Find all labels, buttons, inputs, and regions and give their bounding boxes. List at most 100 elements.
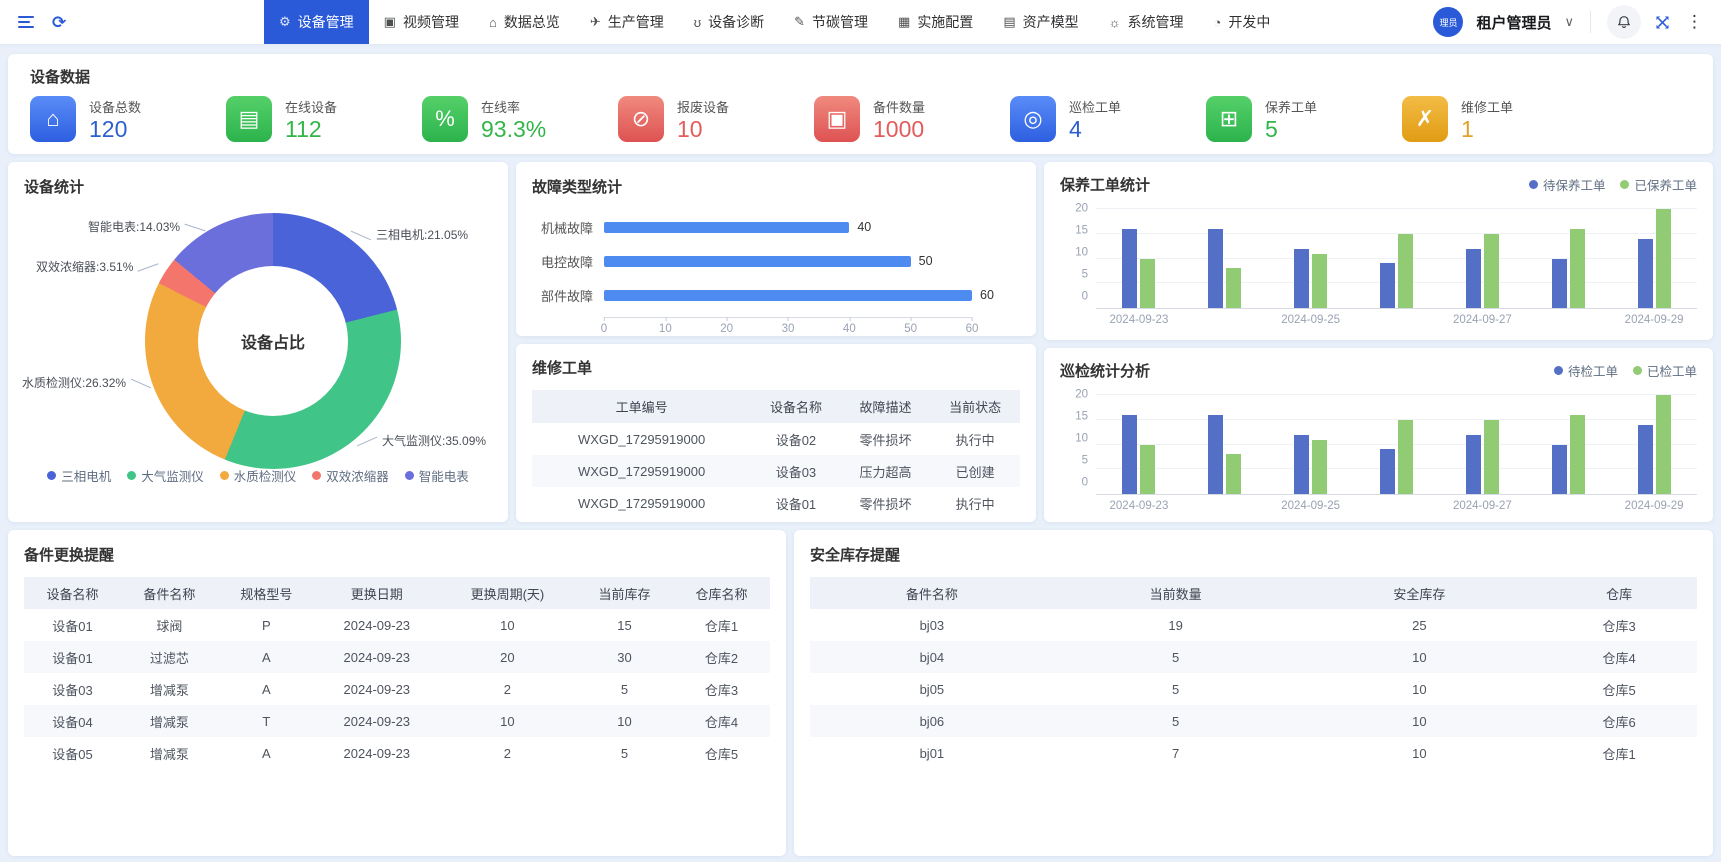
nav-item-production[interactable]: ✈生产管理	[575, 0, 679, 44]
nav-item-implement[interactable]: ▦实施配置	[883, 0, 988, 44]
bar[interactable]	[1380, 449, 1395, 494]
production-icon: ✈	[590, 14, 601, 30]
bar[interactable]	[1656, 209, 1671, 308]
bar[interactable]	[1140, 445, 1155, 495]
table-row[interactable]: 设备04增减泵T2024-09-231010仓库4	[24, 705, 770, 737]
x-tick-label	[1354, 314, 1440, 326]
chevron-down-icon[interactable]: ∨	[1564, 14, 1574, 30]
bar[interactable]	[1122, 415, 1137, 494]
table-row[interactable]: bj06510仓库6	[810, 705, 1697, 737]
nav-item-dev[interactable]: ◔开发中	[1199, 0, 1286, 44]
bar[interactable]	[1226, 268, 1241, 308]
maintenance-oilcan-icon: ⊞	[1206, 96, 1252, 142]
bar[interactable]	[604, 256, 911, 267]
maintenance-bar-chart: 201510502024-09-232024-09-252024-09-2720…	[1060, 209, 1697, 326]
legend-item[interactable]: 双效浓缩器	[312, 466, 389, 485]
bar[interactable]	[1226, 454, 1241, 494]
bar[interactable]	[1552, 259, 1567, 309]
bar[interactable]	[1398, 420, 1413, 494]
x-tick-label: 60	[966, 323, 979, 335]
spare-parts-icon: ▣	[814, 96, 860, 142]
nav-item-video[interactable]: ▣视频管理	[369, 0, 474, 44]
table-row[interactable]: bj031925仓库3	[810, 609, 1697, 641]
nav-item-overview[interactable]: ⌂数据总览	[474, 0, 575, 44]
legend-item[interactable]: 智能电表	[405, 466, 469, 485]
bar[interactable]	[1294, 249, 1309, 308]
table-cell: 仓库1	[1541, 737, 1697, 769]
legend-label: 大气监测仪	[141, 466, 204, 485]
table-row[interactable]: WXGD_17295919000设备02零件损坏执行中	[532, 423, 1020, 455]
bar[interactable]	[1570, 415, 1585, 494]
expand-icon[interactable]	[1654, 14, 1671, 31]
table-row[interactable]: bj04510仓库4	[810, 641, 1697, 673]
nav-item-diagnosis[interactable]: ʊ设备诊断	[679, 0, 779, 44]
table-cell: 2	[439, 673, 576, 705]
bar-row: 机械故障40	[532, 210, 1020, 244]
user-name[interactable]: 租户管理员	[1476, 12, 1551, 33]
bar[interactable]	[1140, 259, 1155, 309]
nav-item-carbon[interactable]: ✎节碳管理	[779, 0, 883, 44]
legend-item[interactable]: 大气监测仪	[127, 466, 204, 485]
legend-item[interactable]: 待保养工单	[1529, 175, 1606, 194]
nav-item-device[interactable]: ⚙设备管理	[264, 0, 369, 44]
legend-item[interactable]: 已检工单	[1633, 361, 1697, 380]
nav-item-label: 资产模型	[1023, 12, 1079, 32]
bar[interactable]	[1312, 440, 1327, 494]
bar[interactable]	[1466, 249, 1481, 308]
column-header: 仓库名称	[673, 577, 770, 609]
bar[interactable]	[1484, 234, 1499, 308]
legend-item[interactable]: 三相电机	[47, 466, 111, 485]
legend-item[interactable]: 水质检测仪	[220, 466, 297, 485]
bar[interactable]	[1552, 445, 1567, 495]
legend-dot-icon	[1620, 180, 1629, 189]
table-cell: 零件损坏	[841, 423, 931, 455]
bar[interactable]	[1656, 395, 1671, 494]
bar[interactable]	[1570, 229, 1585, 308]
more-menu-icon[interactable]: ⋮	[1684, 12, 1705, 32]
table-cell: 设备01	[24, 609, 121, 641]
collapse-menu-icon[interactable]	[18, 16, 34, 28]
bar[interactable]	[1638, 425, 1653, 494]
nav-item-system[interactable]: ☼系统管理	[1094, 0, 1199, 44]
x-tick-label	[1525, 314, 1611, 326]
nav-item-label: 数据总览	[504, 12, 560, 32]
nav-item-label: 设备诊断	[708, 12, 764, 32]
bar[interactable]	[1484, 420, 1499, 494]
table-row[interactable]: WXGD_17295919000设备03压力超高已创建	[532, 455, 1020, 487]
table-row[interactable]: 设备01过滤芯A2024-09-232030仓库2	[24, 641, 770, 673]
system-gear-icon: ☼	[1109, 15, 1121, 30]
y-tick-label: 5	[1082, 269, 1088, 281]
nav-item-asset[interactable]: ▤资产模型	[988, 0, 1093, 44]
bar[interactable]	[604, 222, 849, 233]
bar[interactable]	[1638, 239, 1653, 308]
data-table: 设备名称备件名称规格型号更换日期更换周期(天)当前库存仓库名称设备01球阀P20…	[24, 577, 770, 769]
bar[interactable]	[1312, 254, 1327, 308]
value-label: 40	[857, 220, 871, 234]
refresh-icon[interactable]: ⟳	[52, 14, 66, 31]
bar[interactable]	[1398, 234, 1413, 308]
bar[interactable]	[604, 290, 972, 301]
table-row[interactable]: 设备01球阀P2024-09-231015仓库1	[24, 609, 770, 641]
bar[interactable]	[1208, 229, 1223, 308]
table-cell: A	[218, 641, 315, 673]
bar[interactable]	[1122, 229, 1137, 308]
legend-item[interactable]: 已保养工单	[1620, 175, 1697, 194]
table-row[interactable]: 设备03增减泵A2024-09-2325仓库3	[24, 673, 770, 705]
stat-label: 在线设备	[285, 97, 337, 116]
table-cell: 19	[1054, 609, 1298, 641]
bar[interactable]	[1466, 435, 1481, 494]
table-row[interactable]: bj01710仓库1	[810, 737, 1697, 769]
legend-dot-icon	[220, 471, 229, 480]
stat-card: ⊞保养工单5	[1206, 96, 1402, 142]
bar[interactable]	[1294, 435, 1309, 494]
table-row[interactable]: bj05510仓库5	[810, 673, 1697, 705]
bar[interactable]	[1380, 263, 1395, 308]
legend-item[interactable]: 待检工单	[1554, 361, 1618, 380]
user-avatar[interactable]: 理员	[1433, 7, 1463, 37]
inspection-analysis-panel: 巡检统计分析 待检工单已检工单 201510502024-09-232024-0…	[1044, 348, 1713, 522]
notification-bell-icon[interactable]	[1607, 5, 1641, 39]
table-row[interactable]: 设备05增减泵A2024-09-2325仓库5	[24, 737, 770, 769]
panel-title: 巡检统计分析	[1060, 360, 1150, 381]
bar[interactable]	[1208, 415, 1223, 494]
table-row[interactable]: WXGD_17295919000设备01零件损坏执行中	[532, 487, 1020, 519]
